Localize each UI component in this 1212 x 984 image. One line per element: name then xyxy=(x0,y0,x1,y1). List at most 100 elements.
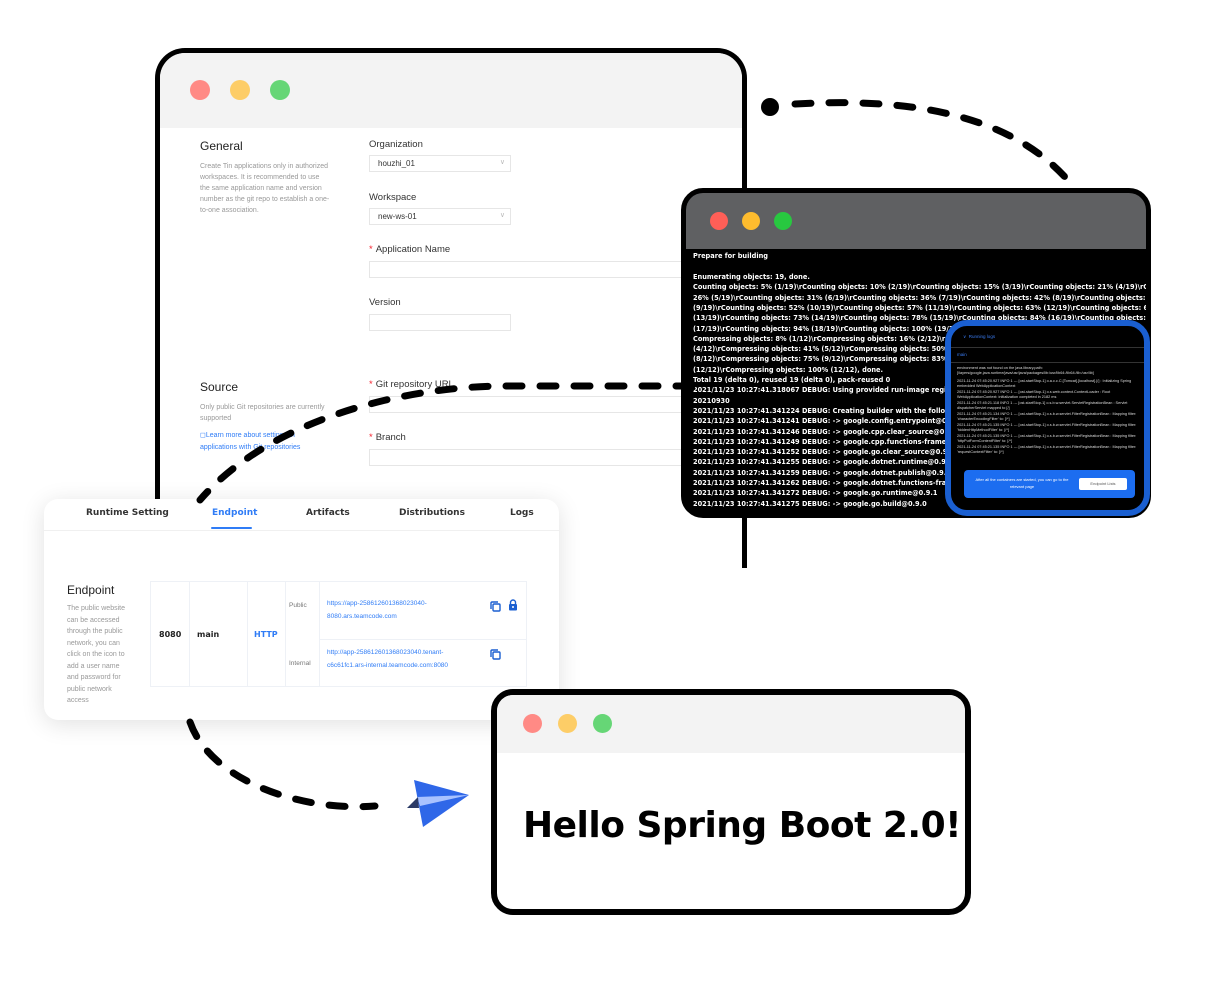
terminal-line: 2021/11/23 10:27:41.341275 DEBUG: -> goo… xyxy=(693,499,927,508)
required-mark: * xyxy=(369,432,373,443)
terminal-line: Enumerating objects: 19, done. xyxy=(693,273,810,281)
version-label: Version xyxy=(369,297,401,308)
public-label: Public xyxy=(289,602,307,609)
logs-tab-divider xyxy=(951,362,1144,363)
endpoint-section-title: Endpoint xyxy=(67,583,115,597)
endpoint-section-description: The public website can be accessed throu… xyxy=(67,605,125,704)
window-titlebar xyxy=(497,695,965,753)
required-mark: * xyxy=(369,244,373,255)
minimize-dot-icon[interactable] xyxy=(230,80,250,100)
minimize-dot-icon[interactable] xyxy=(558,714,577,733)
endpoint-port: 8080 xyxy=(159,630,182,639)
organization-label: Organization xyxy=(369,139,423,150)
copy-icon[interactable] xyxy=(490,599,501,617)
branch-label-text: Branch xyxy=(375,432,406,443)
source-section-title: Source xyxy=(200,380,239,394)
connector-start-dot xyxy=(761,98,779,116)
terminal-line: (9/19)\rCounting objects: 52% (10/19)\rC… xyxy=(693,303,1151,312)
dashed-connector-top xyxy=(791,99,1076,189)
version-input[interactable] xyxy=(369,314,511,331)
terminal-line: 2021/11/23 10:27:41.341259 DEBUG: -> goo… xyxy=(693,468,951,477)
learn-more-link[interactable]: ◻Learn more about setting Tin applicatio… xyxy=(200,430,330,454)
endpoint-panel: Runtime Setting Endpoint Artifacts Distr… xyxy=(44,499,559,720)
table-divider xyxy=(189,582,190,686)
running-logs-header[interactable]: ∨ Running logs xyxy=(951,326,1144,348)
maximize-dot-icon[interactable] xyxy=(593,714,612,733)
terminal-titlebar xyxy=(686,193,1146,249)
branch-label: * Branch xyxy=(369,432,406,443)
dashed-connector-bottom xyxy=(186,718,379,811)
maximize-dot-icon[interactable] xyxy=(774,212,792,230)
log-line: 2021-11-24 07:45:21.135 INFO 1 --- [ost-… xyxy=(957,423,1137,433)
log-line: 2021-11-24 07:45:21.135 INFO 1 --- [ost-… xyxy=(957,445,1137,455)
hello-browser-window: Hello Spring Boot 2.0! xyxy=(491,689,971,915)
table-divider xyxy=(247,582,248,686)
git-url-label: * Git repository URL xyxy=(369,379,454,390)
log-line: 2021-11-24 07:45:20.927 INFO 1 --- [ost-… xyxy=(957,390,1111,400)
organization-select[interactable]: houzhi_01 ∨ xyxy=(369,155,511,172)
tab-runtime-setting[interactable]: Runtime Setting xyxy=(86,508,169,518)
terminal-line: Counting objects: 5% (1/19)\rCounting ob… xyxy=(693,283,1149,292)
tab-artifacts[interactable]: Artifacts xyxy=(306,508,350,518)
table-divider xyxy=(319,639,526,640)
minimize-dot-icon[interactable] xyxy=(742,212,760,230)
application-name-label-text: Application Name xyxy=(375,244,451,255)
table-divider xyxy=(285,582,286,686)
workspace-select[interactable]: new-ws-01 ∨ xyxy=(369,208,511,225)
window-titlebar xyxy=(160,53,742,128)
terminal-line: 2021/11/23 10:27:41.341272 DEBUG: -> goo… xyxy=(693,489,938,498)
terminal-line: Total 19 (delta 0), reused 19 (delta 0),… xyxy=(693,376,891,384)
running-logs-title: Running logs xyxy=(968,334,996,339)
general-section-description: Create Tin applications only in authoriz… xyxy=(200,163,330,214)
terminal-line: 20210930 xyxy=(693,396,730,405)
internal-url-link[interactable]: http://app-258612601368023040.tenant-c6c… xyxy=(327,646,477,672)
table-divider xyxy=(319,582,320,686)
tab-logs[interactable]: Logs xyxy=(510,508,534,518)
tab-endpoint[interactable]: Endpoint xyxy=(212,508,257,518)
public-url-link[interactable]: https://app-258612601368023040-8080.ars.… xyxy=(327,597,467,623)
chevron-down-icon: ∨ xyxy=(499,212,505,219)
terminal-line: 2021/11/23 10:27:41.341246 DEBUG: -> goo… xyxy=(693,427,959,436)
close-dot-icon[interactable] xyxy=(710,212,728,230)
paper-plane-icon xyxy=(407,780,469,827)
maximize-dot-icon[interactable] xyxy=(270,80,290,100)
log-line: environment was not found on the java.li… xyxy=(957,366,1094,376)
terminal-line: 2021/11/23 10:27:41.341255 DEBUG: -> goo… xyxy=(693,458,953,467)
active-tab-indicator xyxy=(211,527,252,529)
terminal-line: (8/12)\rCompressing objects: 75% (9/12)\… xyxy=(693,355,987,364)
hello-heading: Hello Spring Boot 2.0! xyxy=(523,805,962,846)
required-mark: * xyxy=(369,379,373,390)
close-dot-icon[interactable] xyxy=(523,714,542,733)
git-url-label-text: Git repository URL xyxy=(375,379,454,390)
terminal-line: (12/12)\rCompressing objects: 100% (12/1… xyxy=(693,365,884,374)
internal-label: Internal xyxy=(289,660,311,667)
endpoint-branch: main xyxy=(197,630,220,639)
general-section-title: General xyxy=(200,139,243,153)
lock-icon[interactable] xyxy=(508,598,518,616)
endpoint-lists-button[interactable]: Endpoint Lists xyxy=(1079,478,1127,490)
endpoint-protocol: HTTP xyxy=(254,630,278,639)
tabs-divider xyxy=(44,530,559,531)
close-dot-icon[interactable] xyxy=(190,80,210,100)
workspace-label: Workspace xyxy=(369,192,417,203)
source-section-description: Only public Git repositories are current… xyxy=(200,404,325,422)
log-line: 2021-11-24 07:45:21.134 INFO 1 --- [ost-… xyxy=(957,412,1137,422)
logs-tab-main[interactable]: main xyxy=(957,352,967,357)
chevron-down-icon: ∨ xyxy=(499,159,505,166)
log-line: 2021-11-24 07:45:21.135 INFO 1 --- [ost-… xyxy=(957,434,1137,444)
application-name-label: * Application Name xyxy=(369,244,450,255)
terminal-line: 2021/11/23 10:27:41.341252 DEBUG: -> goo… xyxy=(693,448,955,457)
running-logs-popup: ∨ Running logs main environment was not … xyxy=(945,320,1150,516)
app-form-window: General Create Tin applications only in … xyxy=(155,48,747,568)
terminal-line: (4/12)\rCompressing objects: 41% (5/12)\… xyxy=(693,345,987,354)
log-line: 2021-11-24 07:45:21.118 INFO 1 --- [ost-… xyxy=(957,401,1128,411)
terminal-line: 2021/11/23 10:27:41.341241 DEBUG: -> goo… xyxy=(693,417,961,426)
learn-more-link-text: Learn more about setting Tin application… xyxy=(200,432,301,451)
log-line: 2021-11-24 07:45:20.927 INFO 1 --- [ost-… xyxy=(957,379,1132,389)
terminal-line: 26% (5/19)\rCounting objects: 31% (6/19)… xyxy=(693,293,1151,302)
copy-icon[interactable] xyxy=(490,647,501,665)
organization-value: houzhi_01 xyxy=(378,159,415,168)
workspace-value: new-ws-01 xyxy=(378,212,417,221)
tab-distributions[interactable]: Distributions xyxy=(399,508,465,518)
terminal-heading: Prepare for building xyxy=(693,252,769,260)
